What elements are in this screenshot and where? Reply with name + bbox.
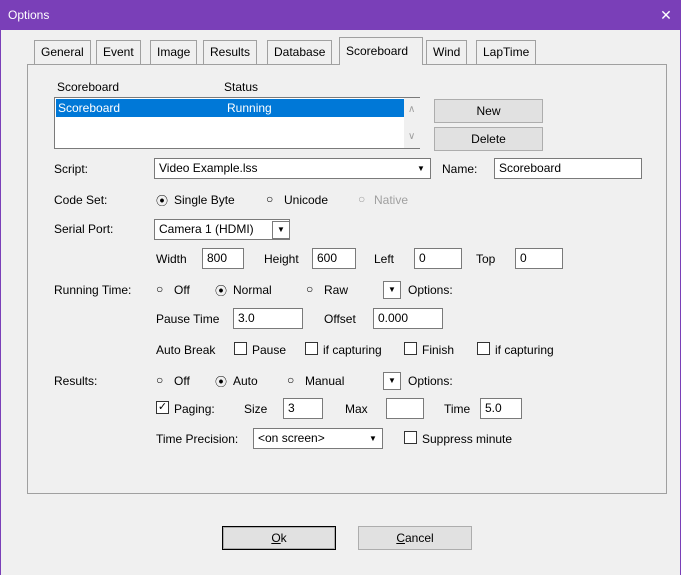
radio-res-auto[interactable]: ⦿ xyxy=(215,373,227,390)
radio-unicode[interactable]: ○ xyxy=(266,192,273,206)
size-field[interactable]: 3 xyxy=(283,398,323,419)
width-field[interactable]: 800 xyxy=(202,248,244,269)
list-item-name: Scoreboard xyxy=(58,101,121,115)
running-time-label: Running Time: xyxy=(54,283,132,297)
radio-rt-normal[interactable]: ⦿ xyxy=(215,282,227,299)
radio-native: ○ xyxy=(358,192,366,206)
time-field[interactable]: 5.0 xyxy=(480,398,522,419)
radio-rt-raw-label: Raw xyxy=(324,283,349,297)
time-precision-value: <on screen> xyxy=(258,431,325,445)
radio-res-off[interactable]: ○ xyxy=(156,373,163,387)
ok-mnemonic: O xyxy=(271,531,281,545)
paging-label: Paging: xyxy=(174,402,215,416)
radio-res-off-label: Off xyxy=(174,374,190,388)
offset-field[interactable]: 0.000 xyxy=(373,308,443,329)
checkbox-pause[interactable] xyxy=(234,342,247,355)
serial-port-combo[interactable]: Camera 1 (HDMI) xyxy=(154,219,290,240)
list-item[interactable]: Scoreboard Running xyxy=(56,99,405,117)
rt-options-label: Options: xyxy=(408,283,453,297)
checkbox-finish-label: Finish xyxy=(422,343,455,357)
script-value: Video Example.lss xyxy=(159,161,258,175)
cancel-button[interactable]: Cancel xyxy=(358,526,472,550)
chevron-down-icon[interactable]: ▼ xyxy=(365,430,381,447)
time-label: Time xyxy=(444,402,471,416)
checkbox-if-capturing-2[interactable] xyxy=(477,342,490,355)
chevron-down-icon[interactable]: ▼ xyxy=(413,160,429,177)
time-precision-combo[interactable]: <on screen> ▼ xyxy=(253,428,383,449)
cancel-rest: ancel xyxy=(404,531,434,545)
radio-single-byte[interactable]: ⦿ xyxy=(156,192,168,209)
list-scrollbar[interactable]: ∧ ∨ xyxy=(404,98,420,148)
checkbox-paging[interactable]: ✓ xyxy=(156,401,169,414)
scroll-up-icon[interactable]: ∧ xyxy=(408,104,415,115)
pause-time-field[interactable]: 3.0 xyxy=(233,308,303,329)
checkbox-if-capturing-1[interactable] xyxy=(305,342,318,355)
results-label: Results: xyxy=(54,374,98,388)
name-field[interactable]: Scoreboard xyxy=(494,158,642,179)
radio-res-manual[interactable]: ○ xyxy=(287,373,294,387)
delete-button[interactable]: Delete xyxy=(434,127,543,151)
checkbox-finish[interactable] xyxy=(404,342,417,355)
list-item-status: Running xyxy=(227,101,272,115)
size-label: Size xyxy=(244,402,268,416)
radio-rt-normal-label: Normal xyxy=(233,283,272,297)
name-label: Name: xyxy=(442,162,478,176)
top-field[interactable]: 0 xyxy=(515,248,563,269)
chevron-down-icon[interactable]: ▼ xyxy=(272,221,290,239)
max-field[interactable] xyxy=(386,398,424,419)
tab-laptime[interactable]: LapTime xyxy=(476,40,537,64)
auto-break-label: Auto Break xyxy=(156,343,216,357)
width-label: Width xyxy=(156,252,187,266)
max-label: Max xyxy=(345,402,368,416)
radio-single-byte-label: Single Byte xyxy=(174,193,235,207)
title-bar: Options ✕ xyxy=(0,0,681,30)
tab-scoreboard[interactable]: Scoreboard xyxy=(339,37,423,65)
suppress-minute-label: Suppress minute xyxy=(422,432,513,446)
time-precision-label: Time Precision: xyxy=(156,432,239,446)
ok-rest: k xyxy=(280,531,287,545)
scoreboard-list[interactable]: Scoreboard Running ∧ ∨ xyxy=(54,97,420,149)
tab-database[interactable]: Database xyxy=(267,40,333,64)
radio-rt-off[interactable]: ○ xyxy=(156,282,163,296)
ok-button[interactable]: Ok xyxy=(222,526,336,550)
tab-image[interactable]: Image xyxy=(150,40,198,64)
serial-port-label: Serial Port: xyxy=(54,222,114,236)
cancel-mnemonic: C xyxy=(396,531,405,545)
checkbox-if-capturing-2-label: if capturing xyxy=(495,343,554,357)
tab-results[interactable]: Results xyxy=(203,40,258,64)
scroll-down-icon[interactable]: ∨ xyxy=(408,131,415,142)
radio-native-label: Native xyxy=(374,193,409,207)
checkbox-pause-label: Pause xyxy=(252,343,287,357)
left-label: Left xyxy=(374,252,395,266)
window-border-left xyxy=(0,30,1,575)
offset-label: Offset xyxy=(324,312,356,326)
checkbox-suppress-minute[interactable] xyxy=(404,431,417,444)
radio-unicode-label: Unicode xyxy=(284,193,329,207)
serial-port-value: Camera 1 (HDMI) xyxy=(159,222,254,236)
radio-rt-raw[interactable]: ○ xyxy=(306,282,313,296)
close-icon[interactable]: ✕ xyxy=(651,0,681,30)
script-combo[interactable]: Video Example.lss ▼ xyxy=(154,158,431,179)
res-options-label: Options: xyxy=(408,374,453,388)
tab-general[interactable]: General xyxy=(34,40,91,64)
tab-wind[interactable]: Wind xyxy=(426,40,468,64)
radio-res-auto-label: Auto xyxy=(233,374,258,388)
code-set-label: Code Set: xyxy=(54,193,108,207)
height-field[interactable]: 600 xyxy=(312,248,356,269)
chevron-down-icon[interactable]: ▼ xyxy=(383,281,401,299)
script-label: Script: xyxy=(54,162,89,176)
left-field[interactable]: 0 xyxy=(414,248,462,269)
height-label: Height xyxy=(264,252,299,266)
top-label: Top xyxy=(476,252,496,266)
chevron-down-icon[interactable]: ▼ xyxy=(383,372,401,390)
pause-time-label: Pause Time xyxy=(156,312,220,326)
checkbox-if-capturing-1-label: if capturing xyxy=(323,343,382,357)
radio-rt-off-label: Off xyxy=(174,283,190,297)
radio-res-manual-label: Manual xyxy=(305,374,345,388)
new-button[interactable]: New xyxy=(434,99,543,123)
list-header-status: Status xyxy=(224,80,259,94)
tab-event[interactable]: Event xyxy=(96,40,141,64)
list-header-scoreboard: Scoreboard xyxy=(57,80,120,94)
window-title: Options xyxy=(8,8,50,22)
